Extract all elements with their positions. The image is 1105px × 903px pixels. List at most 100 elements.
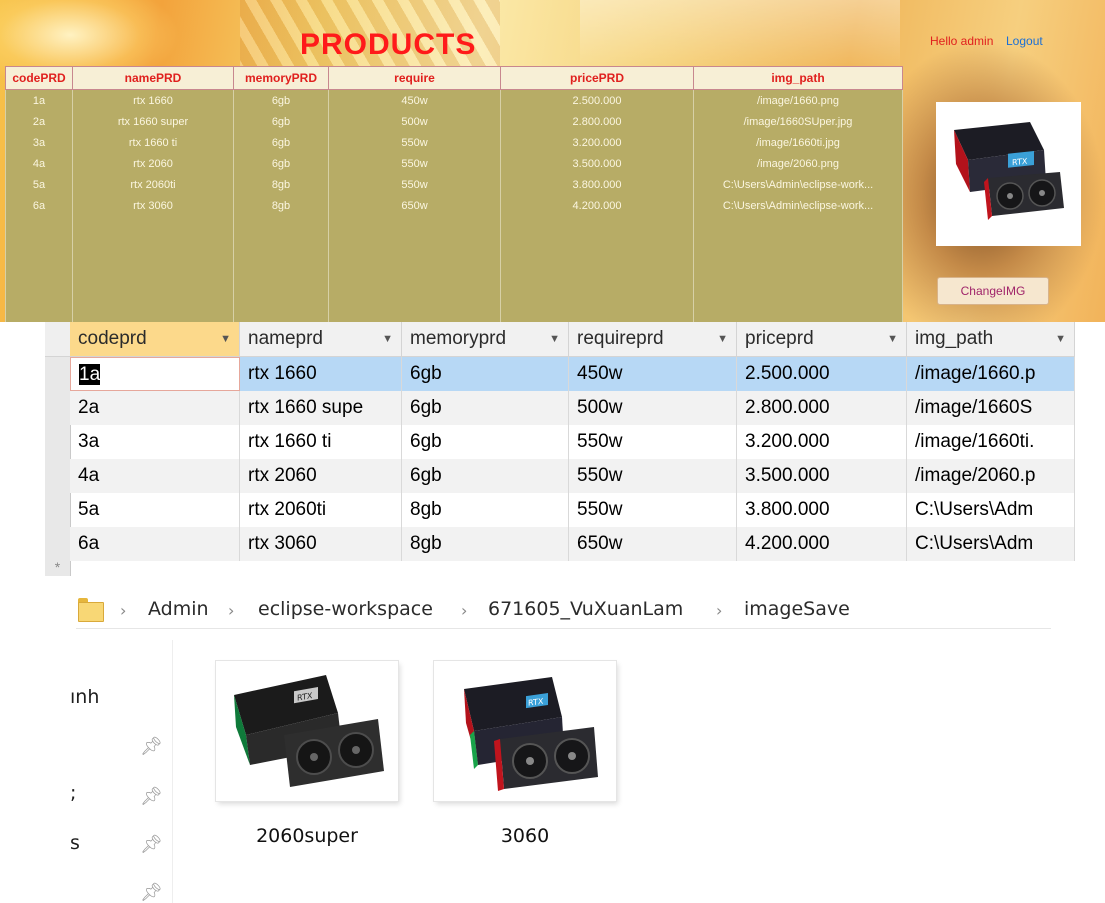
file-thumbnail-2060super[interactable]: RTX [216, 661, 398, 801]
table-row[interactable]: 3a rtx 1660 ti 6gb 550w 3.200.000 /image… [5, 132, 903, 153]
pin-icon: 📌︎ [140, 834, 163, 855]
table-cell[interactable]: /image/1660ti. [907, 425, 1075, 459]
table-cell: 6gb [233, 132, 329, 153]
logout-link[interactable]: Logout [1006, 34, 1043, 48]
table-cell[interactable]: rtx 1660 supe [240, 391, 402, 425]
table-cell[interactable]: 2.800.000 [737, 391, 907, 425]
access-datasheet: codeprd ▼ nameprd ▼ memoryprd ▼ requireprd ▼… [45, 322, 1075, 576]
table-row[interactable]: 3a rtx 1660 ti 6gb 550w 3.200.000 /image… [70, 425, 1075, 459]
table-cell[interactable]: rtx 2060ti [240, 493, 402, 527]
table-cell[interactable]: 3.500.000 [737, 459, 907, 493]
chevron-right-icon[interactable]: › [120, 601, 126, 620]
table-cell[interactable]: /image/2060.p [907, 459, 1075, 493]
table-cell: 3.800.000 [500, 174, 694, 195]
table-cell[interactable]: 550w [569, 493, 737, 527]
table-cell[interactable]: 6a [70, 527, 240, 561]
file-name[interactable]: 3060 [434, 825, 616, 847]
chevron-right-icon[interactable]: › [716, 601, 722, 620]
breadcrumb-item[interactable]: eclipse-workspace [258, 598, 433, 620]
nav-item-label[interactable]: s [70, 832, 80, 854]
table-cell[interactable]: C:\Users\Adm [907, 527, 1075, 561]
table-row[interactable]: 1a rtx 1660 6gb 450w 2.500.000 /image/16… [70, 357, 1075, 391]
table-cell[interactable]: 8gb [402, 527, 569, 561]
table-row[interactable]: 6a rtx 3060 8gb 650w 4.200.000 C:\Users\… [70, 527, 1075, 561]
breadcrumb-item[interactable]: 671605_VuXuanLam [488, 598, 683, 620]
chevron-right-icon[interactable]: › [461, 601, 467, 620]
table-cell[interactable]: 650w [569, 527, 737, 561]
table-cell[interactable]: 6gb [402, 357, 569, 391]
column-header-nameprd[interactable]: nameprd ▼ [240, 322, 402, 356]
table-cell[interactable]: C:\Users\Adm [907, 493, 1075, 527]
chevron-right-icon[interactable]: › [228, 601, 234, 620]
table-cell: 4.200.000 [500, 195, 694, 216]
table-cell[interactable]: 3.200.000 [737, 425, 907, 459]
datasheet-header: codeprd ▼ nameprd ▼ memoryprd ▼ requireprd ▼… [45, 322, 1075, 357]
pin-icon: 📌︎ [140, 882, 163, 903]
table-row[interactable]: 4a rtx 2060 6gb 550w 3.500.000 /image/20… [70, 459, 1075, 493]
new-record-marker[interactable]: * [45, 560, 70, 576]
nav-item-label[interactable]: ; [70, 782, 76, 804]
table-cell[interactable]: /image/1660.p [907, 357, 1075, 391]
dropdown-arrow-icon[interactable]: ▼ [717, 322, 728, 356]
table-cell[interactable]: 3a [70, 425, 240, 459]
table-cell[interactable]: 6gb [402, 425, 569, 459]
record-selector-column[interactable] [45, 357, 71, 576]
table-row[interactable]: 1a rtx 1660 6gb 450w 2.500.000 /image/16… [5, 89, 903, 111]
table-cell[interactable]: 550w [569, 425, 737, 459]
table-cell: 5a [5, 174, 73, 195]
column-header-img-path[interactable]: img_path ▼ [907, 322, 1075, 356]
svg-text:RTX: RTX [1012, 157, 1028, 168]
column-header: require [328, 66, 501, 90]
table-cell[interactable]: 2a [70, 391, 240, 425]
column-header-memoryprd[interactable]: memoryprd ▼ [402, 322, 569, 356]
column-header: pricePRD [500, 66, 694, 90]
dropdown-arrow-icon[interactable]: ▼ [549, 322, 560, 356]
table-cell: 8gb [233, 174, 329, 195]
dropdown-arrow-icon[interactable]: ▼ [1055, 322, 1066, 356]
dropdown-arrow-icon[interactable]: ▼ [220, 322, 231, 356]
nav-item-label[interactable]: ınh [70, 686, 99, 708]
select-all-corner[interactable] [45, 322, 71, 356]
dropdown-arrow-icon[interactable]: ▼ [382, 322, 393, 356]
table-cell: 1a [5, 89, 73, 111]
dropdown-arrow-icon[interactable]: ▼ [887, 322, 898, 356]
table-row[interactable]: 5a rtx 2060ti 8gb 550w 3.800.000 C:\User… [5, 174, 903, 195]
breadcrumb-item[interactable]: Admin [148, 598, 209, 620]
table-cell[interactable]: 5a [70, 493, 240, 527]
table-row[interactable]: 5a rtx 2060ti 8gb 550w 3.800.000 C:\User… [70, 493, 1075, 527]
table-cell[interactable]: 4.200.000 [737, 527, 907, 561]
table-cell[interactable]: rtx 1660 [240, 357, 402, 391]
column-header-priceprd[interactable]: priceprd ▼ [737, 322, 907, 356]
table-cell: /image/1660ti.jpg [693, 132, 903, 153]
file-name[interactable]: 2060super [216, 825, 398, 847]
table-cell[interactable]: /image/1660S [907, 391, 1075, 425]
column-header: img_path [693, 66, 903, 90]
file-thumbnail-3060[interactable]: RTX [434, 661, 616, 801]
table-cell[interactable]: 1a [70, 357, 240, 391]
breadcrumb-item[interactable]: imageSave [744, 598, 850, 620]
table-cell[interactable]: 6gb [402, 459, 569, 493]
table-row[interactable]: 4a rtx 2060 6gb 550w 3.500.000 /image/20… [5, 153, 903, 174]
product-image-preview: RTX [936, 102, 1081, 246]
table-cell[interactable]: rtx 2060 [240, 459, 402, 493]
table-row[interactable]: 2a rtx 1660 supe 6gb 500w 2.800.000 /ima… [70, 391, 1075, 425]
table-cell: 2.800.000 [500, 111, 694, 132]
table-row[interactable]: 2a rtx 1660 super 6gb 500w 2.800.000 /im… [5, 111, 903, 132]
table-cell[interactable]: 2.500.000 [737, 357, 907, 391]
table-cell[interactable]: 4a [70, 459, 240, 493]
table-cell[interactable]: 550w [569, 459, 737, 493]
table-cell: rtx 1660 [72, 89, 234, 111]
table-cell[interactable]: 500w [569, 391, 737, 425]
table-cell[interactable]: 3.800.000 [737, 493, 907, 527]
column-header-requireprd[interactable]: requireprd ▼ [569, 322, 737, 356]
table-cell: 450w [328, 89, 501, 111]
table-cell[interactable]: 6gb [402, 391, 569, 425]
table-cell[interactable]: rtx 1660 ti [240, 425, 402, 459]
table-cell[interactable]: 450w [569, 357, 737, 391]
table-cell[interactable]: rtx 3060 [240, 527, 402, 561]
column-header-codeprd[interactable]: codeprd ▼ [70, 322, 240, 356]
table-cell: 2.500.000 [500, 89, 694, 111]
change-image-button[interactable]: ChangeIMG [937, 277, 1049, 305]
table-cell[interactable]: 8gb [402, 493, 569, 527]
table-row[interactable]: 6a rtx 3060 8gb 650w 4.200.000 C:\Users\… [5, 195, 903, 216]
